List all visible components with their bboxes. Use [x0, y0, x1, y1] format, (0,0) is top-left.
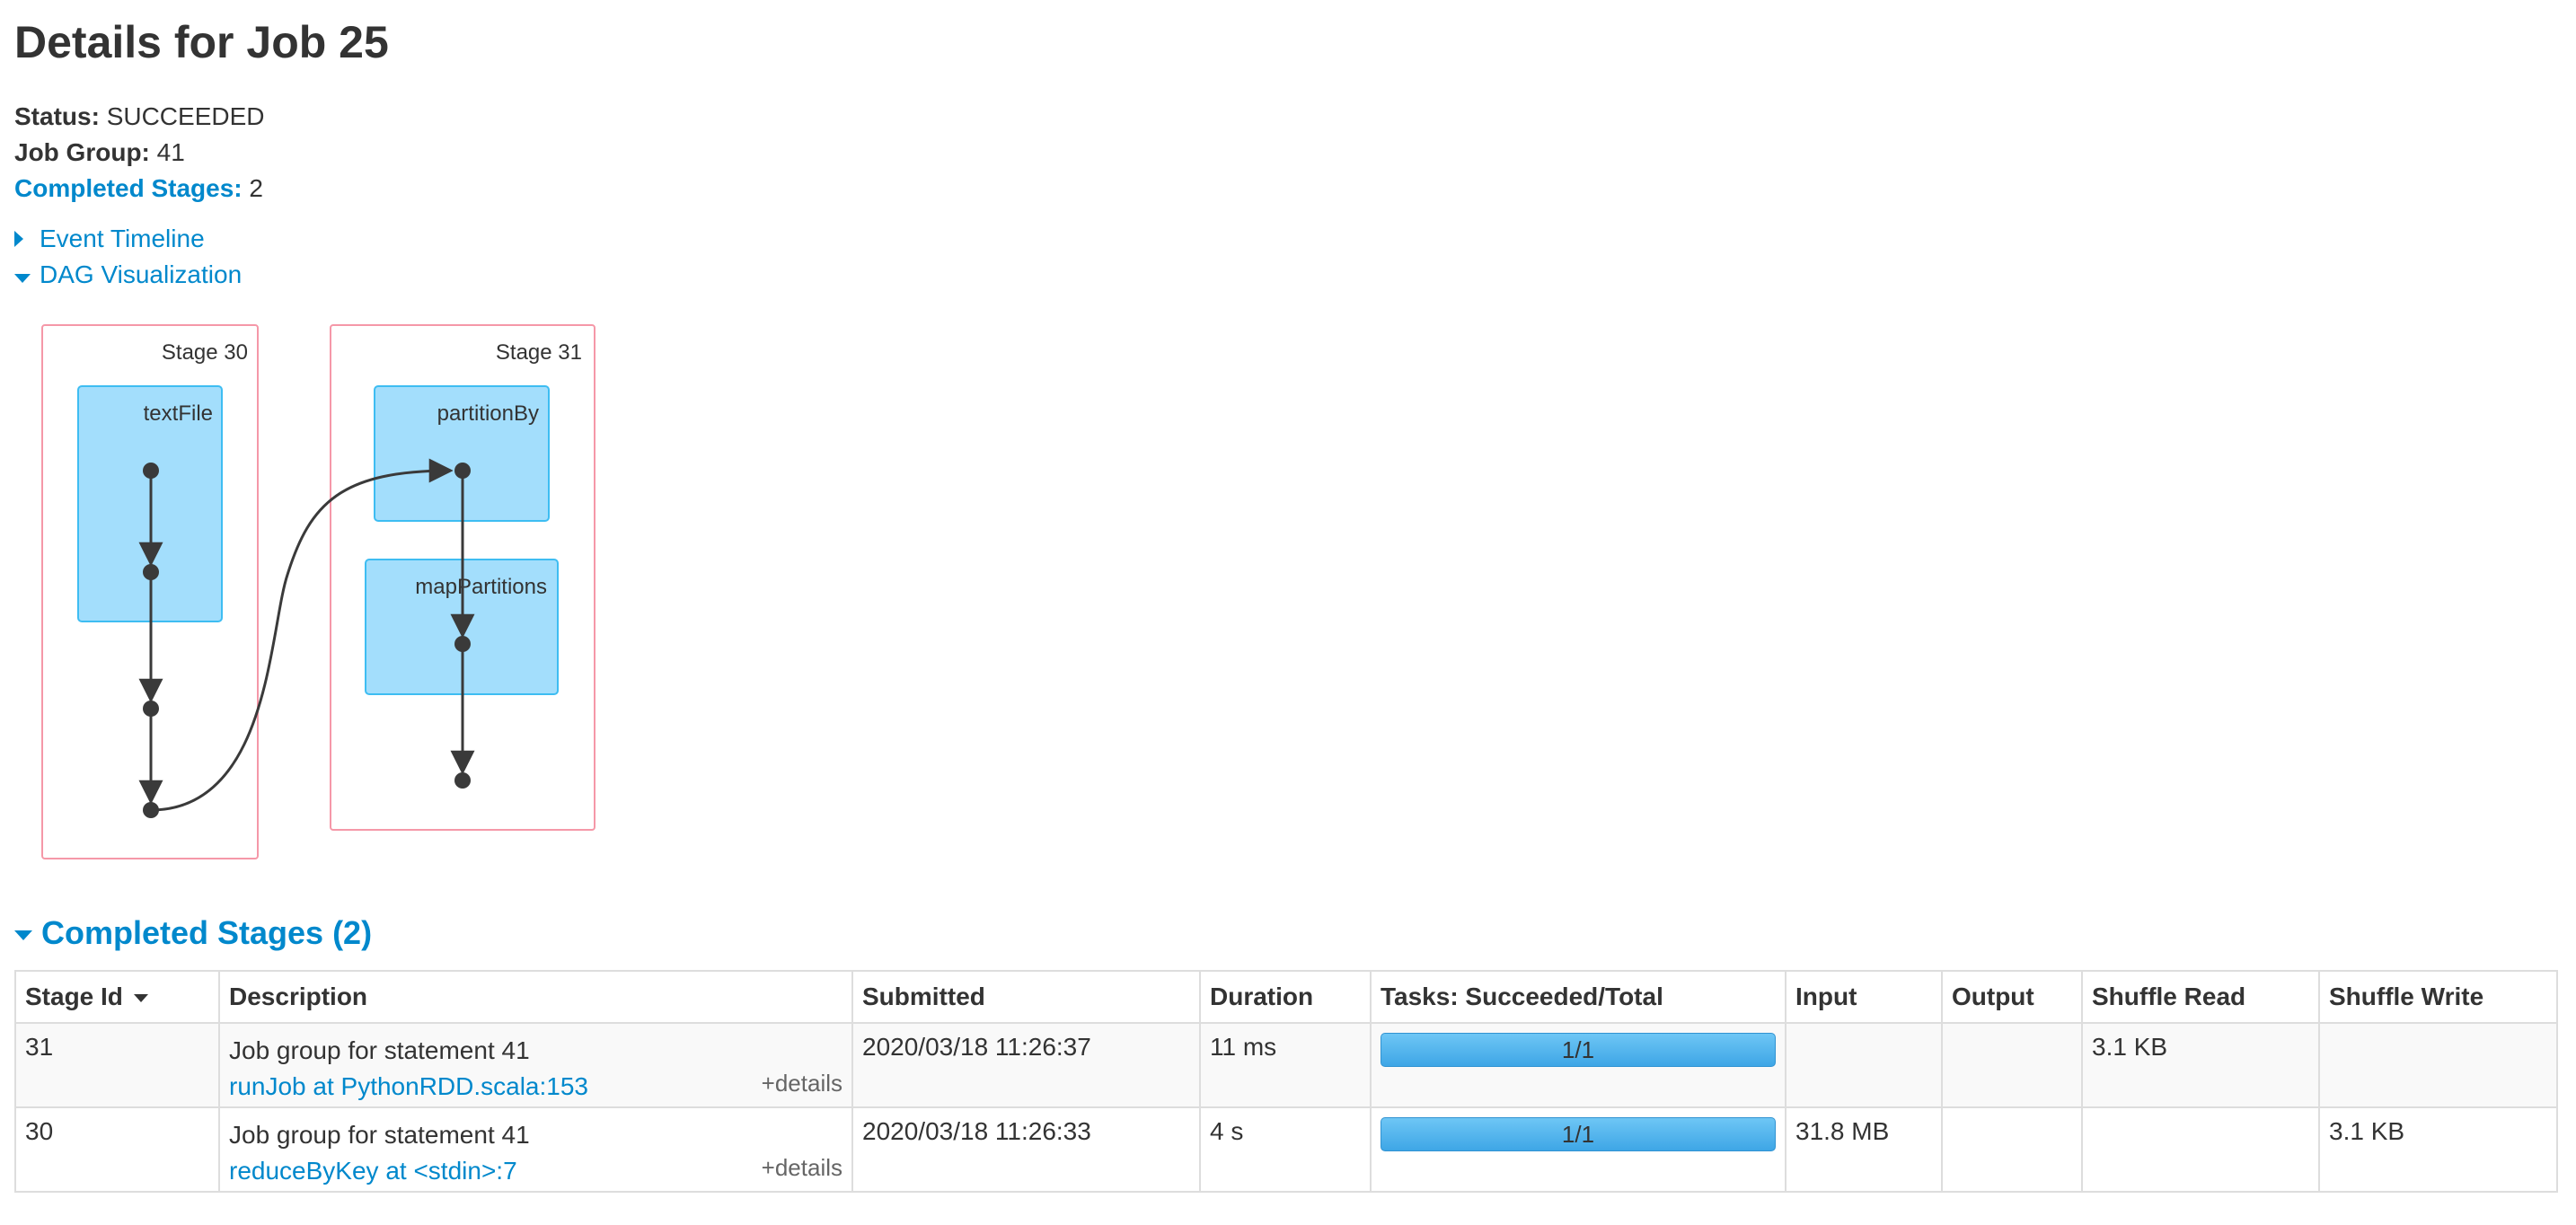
cell-tasks: 1/1 [1370, 1106, 1786, 1193]
job-group-row: Job Group: 41 [14, 135, 265, 171]
job-group-label: Job Group: [14, 138, 150, 166]
column-header-input[interactable]: Input [1785, 970, 1943, 1024]
column-header-label: Duration [1210, 983, 1314, 1010]
cell-description: Job group for statement 41 reduceByKey a… [218, 1106, 853, 1193]
cell-shuffle-write: 3.1 KB [2318, 1106, 2558, 1193]
column-header-label: Description [229, 983, 368, 1010]
stage-31-label: Stage 31 [496, 340, 582, 365]
column-header-tasks[interactable]: Tasks: Succeeded/Total [1370, 970, 1786, 1024]
table-row: 30 Job group for statement 41 reduceByKe… [14, 1106, 2558, 1193]
column-header-label: Tasks: Succeeded/Total [1381, 983, 1663, 1010]
page-title: Details for Job 25 [14, 17, 389, 67]
cell-input [1785, 1022, 1943, 1108]
cell-submitted: 2020/03/18 11:26:33 [851, 1106, 1201, 1193]
stage-description: Job group for statement 41 [229, 1036, 530, 1064]
table-row: 31 Job group for statement 41 runJob at … [14, 1022, 2558, 1108]
tasks-progress-text: 1/1 [1561, 1036, 1595, 1063]
dag-node[interactable] [143, 564, 159, 580]
column-header-label: Shuffle Write [2329, 983, 2484, 1010]
stage-30-label: Stage 30 [162, 340, 248, 365]
tasks-progress-text: 1/1 [1561, 1121, 1595, 1148]
column-header-label: Output [1952, 983, 2034, 1010]
cell-stage-id: 31 [14, 1022, 220, 1108]
tasks-progress-bar: 1/1 [1381, 1117, 1776, 1151]
column-header-duration[interactable]: Duration [1199, 970, 1372, 1024]
cell-duration: 11 ms [1199, 1022, 1372, 1108]
event-timeline-toggle[interactable]: Event Timeline [14, 225, 205, 253]
column-header-submitted[interactable]: Submitted [851, 970, 1201, 1024]
cell-shuffle-write [2318, 1022, 2558, 1108]
cluster-partitionby-label: partitionBy [437, 401, 539, 426]
tasks-progress-bar: 1/1 [1381, 1033, 1776, 1067]
dag-visualization: Stage 30 textFile Stage 31 partitionBy m… [41, 324, 595, 859]
job-summary: Status: SUCCEEDED Job Group: 41 Complete… [14, 99, 265, 207]
cluster-textfile-label: textFile [144, 401, 213, 426]
column-header-output[interactable]: Output [1941, 970, 2083, 1024]
table-header-row: Stage Id Description Submitted Duration … [14, 970, 2558, 1024]
cell-output [1941, 1022, 2083, 1108]
stage-description: Job group for statement 41 [229, 1121, 530, 1149]
column-header-label: Stage Id [25, 983, 123, 1010]
cell-output [1941, 1106, 2083, 1193]
chevron-right-icon [14, 225, 32, 253]
sort-desc-icon [133, 994, 148, 1003]
cell-submitted: 2020/03/18 11:26:37 [851, 1022, 1201, 1108]
column-header-shuffle-read[interactable]: Shuffle Read [2081, 970, 2320, 1024]
stage-link[interactable]: runJob at PythonRDD.scala:153 [229, 1072, 588, 1100]
details-toggle[interactable]: +details [762, 1070, 842, 1097]
cell-tasks: 1/1 [1370, 1022, 1786, 1108]
column-header-description[interactable]: Description [218, 970, 853, 1024]
dag-node[interactable] [454, 772, 471, 789]
cell-shuffle-read: 3.1 KB [2081, 1022, 2320, 1108]
cell-duration: 4 s [1199, 1106, 1372, 1193]
completed-stages-heading[interactable]: Completed Stages (2) [14, 914, 372, 952]
dag-node[interactable] [143, 802, 159, 818]
completed-stages-link[interactable]: Completed Stages: [14, 174, 243, 202]
dag-visualization-label: DAG Visualization [40, 260, 243, 288]
column-header-shuffle-write[interactable]: Shuffle Write [2318, 970, 2558, 1024]
status-value: SUCCEEDED [106, 102, 265, 130]
status-row: Status: SUCCEEDED [14, 99, 265, 135]
status-label: Status: [14, 102, 100, 130]
event-timeline-label: Event Timeline [40, 225, 205, 252]
column-header-stage-id[interactable]: Stage Id [14, 970, 220, 1024]
cell-shuffle-read [2081, 1106, 2320, 1193]
column-header-label: Input [1795, 983, 1857, 1010]
cell-description: Job group for statement 41 runJob at Pyt… [218, 1022, 853, 1108]
details-toggle[interactable]: +details [762, 1154, 842, 1182]
chevron-down-icon [14, 260, 32, 289]
cell-stage-id: 30 [14, 1106, 220, 1193]
completed-stages-value: 2 [249, 174, 263, 202]
completed-stages-row: Completed Stages: 2 [14, 171, 265, 207]
stage-link[interactable]: reduceByKey at <stdin>:7 [229, 1157, 517, 1185]
dag-node[interactable] [143, 463, 159, 479]
job-group-value: 41 [156, 138, 185, 166]
dag-node[interactable] [454, 463, 471, 479]
chevron-down-icon [14, 930, 32, 940]
cluster-mappartitions-label: mapPartitions [415, 575, 547, 599]
completed-stages-heading-label: Completed Stages (2) [41, 914, 373, 951]
completed-stages-table: Stage Id Description Submitted Duration … [14, 970, 2558, 1193]
dag-node[interactable] [454, 636, 471, 652]
column-header-label: Submitted [862, 983, 985, 1010]
cell-input: 31.8 MB [1785, 1106, 1943, 1193]
column-header-label: Shuffle Read [2092, 983, 2246, 1010]
dag-node[interactable] [143, 701, 159, 717]
dag-visualization-toggle[interactable]: DAG Visualization [14, 260, 242, 289]
